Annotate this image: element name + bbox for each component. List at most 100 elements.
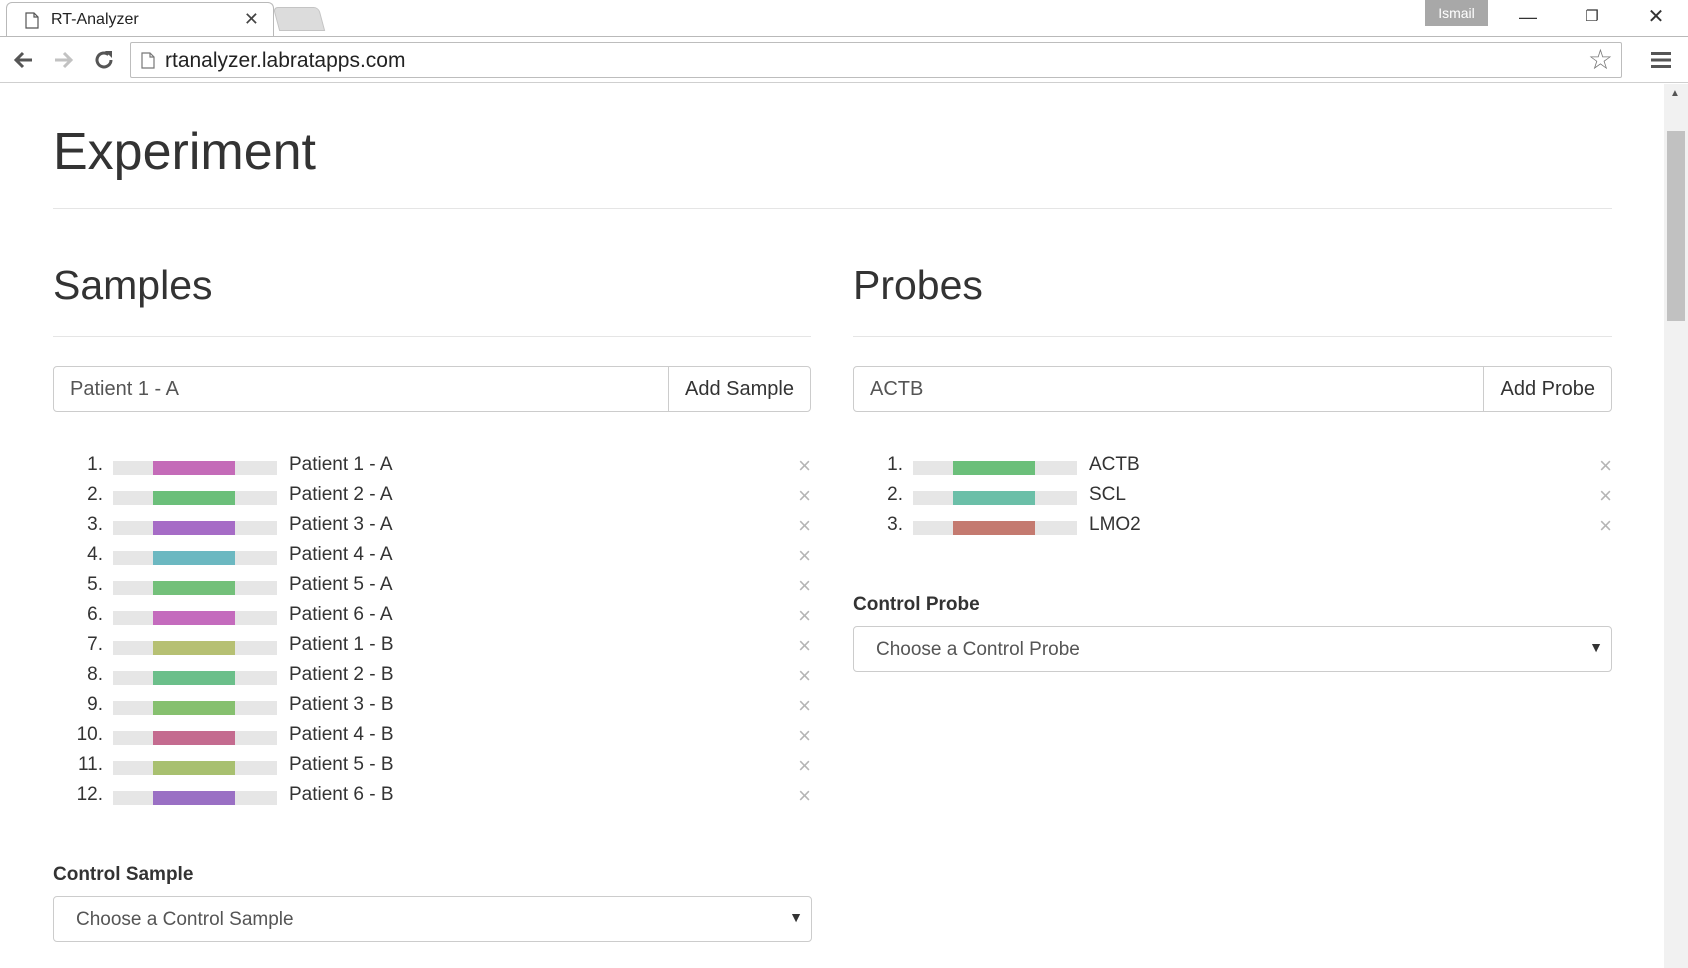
control-probe-placeholder: Choose a Control Probe — [876, 639, 1080, 660]
color-swatch[interactable] — [153, 461, 235, 475]
add-probe-button[interactable]: Add Probe — [1483, 367, 1611, 411]
list-item: 7. Patient 1 - B × — [53, 632, 811, 662]
remove-icon[interactable]: × — [798, 603, 811, 629]
item-label: Patient 1 - A — [289, 454, 393, 475]
control-sample-select[interactable]: Choose a Control Sample ▼ — [53, 896, 812, 942]
item-label: Patient 3 - A — [289, 514, 393, 535]
color-swatch-track — [113, 491, 277, 505]
remove-icon[interactable]: × — [798, 663, 811, 689]
minimize-icon[interactable]: — — [1496, 0, 1560, 34]
chevron-down-icon: ▼ — [1589, 639, 1603, 655]
remove-icon[interactable]: × — [798, 723, 811, 749]
control-sample-label: Control Sample — [53, 864, 194, 885]
divider — [53, 208, 1612, 209]
item-number: 9. — [87, 694, 103, 715]
close-icon[interactable]: ✕ — [244, 9, 259, 29]
color-swatch-track — [113, 701, 277, 715]
remove-icon[interactable]: × — [798, 483, 811, 509]
sample-name-input[interactable] — [54, 367, 669, 411]
item-number: 7. — [87, 634, 103, 655]
color-swatch[interactable] — [153, 761, 235, 775]
list-item: 3. Patient 3 - A × — [53, 512, 811, 542]
remove-icon[interactable]: × — [1599, 453, 1612, 479]
color-swatch[interactable] — [153, 671, 235, 685]
vertical-scrollbar[interactable]: ▲ — [1664, 84, 1688, 968]
url-text[interactable]: rtanalyzer.labratapps.com — [165, 49, 405, 73]
address-bar[interactable]: rtanalyzer.labratapps.com ☆ — [130, 42, 1622, 78]
reload-icon[interactable] — [88, 44, 120, 76]
browser-titlebar: RT-Analyzer ✕ Ismail — ❐ ✕ — [0, 0, 1688, 36]
profile-badge[interactable]: Ismail — [1425, 0, 1488, 26]
item-label: LMO2 — [1089, 514, 1141, 535]
color-swatch-track — [113, 791, 277, 805]
control-sample-placeholder: Choose a Control Sample — [76, 909, 294, 930]
color-swatch-track — [113, 641, 277, 655]
item-label: Patient 6 - A — [289, 604, 393, 625]
item-number: 2. — [87, 484, 103, 505]
new-tab-button[interactable] — [272, 7, 326, 31]
item-label: Patient 5 - B — [289, 754, 394, 775]
window-close-icon[interactable]: ✕ — [1624, 0, 1688, 34]
list-item: 1. ACTB × — [853, 452, 1612, 482]
color-swatch[interactable] — [153, 581, 235, 595]
item-label: SCL — [1089, 484, 1126, 505]
remove-icon[interactable]: × — [798, 783, 811, 809]
color-swatch[interactable] — [153, 611, 235, 625]
color-swatch[interactable] — [153, 731, 235, 745]
list-item: 11. Patient 5 - B × — [53, 752, 811, 782]
color-swatch-track — [113, 521, 277, 535]
color-swatch[interactable] — [153, 491, 235, 505]
remove-icon[interactable]: × — [798, 693, 811, 719]
control-probe-label: Control Probe — [853, 594, 980, 615]
remove-icon[interactable]: × — [798, 513, 811, 539]
color-swatch[interactable] — [153, 701, 235, 715]
item-number: 3. — [887, 514, 903, 535]
color-swatch[interactable] — [953, 521, 1035, 535]
color-swatch-track — [113, 581, 277, 595]
color-swatch-track — [913, 491, 1077, 505]
page-icon — [25, 12, 39, 29]
remove-icon[interactable]: × — [798, 453, 811, 479]
scrollbar-thumb[interactable] — [1667, 131, 1685, 321]
chevron-down-icon: ▼ — [789, 909, 803, 925]
color-swatch-track — [113, 551, 277, 565]
remove-icon[interactable]: × — [1599, 513, 1612, 539]
item-label: Patient 2 - B — [289, 664, 394, 685]
list-item: 8. Patient 2 - B × — [53, 662, 811, 692]
remove-icon[interactable]: × — [798, 753, 811, 779]
color-swatch-track — [113, 461, 277, 475]
item-number: 4. — [87, 544, 103, 565]
color-swatch[interactable] — [153, 551, 235, 565]
color-swatch-track — [113, 611, 277, 625]
browser-tab[interactable]: RT-Analyzer ✕ — [6, 2, 274, 36]
item-number: 12. — [76, 784, 103, 805]
remove-icon[interactable]: × — [1599, 483, 1612, 509]
control-probe-select[interactable]: Choose a Control Probe ▼ — [853, 626, 1612, 672]
samples-heading: Samples — [53, 262, 213, 308]
star-icon[interactable]: ☆ — [1588, 45, 1613, 75]
list-item: 1. Patient 1 - A × — [53, 452, 811, 482]
color-swatch[interactable] — [153, 791, 235, 805]
item-label: Patient 1 - B — [289, 634, 394, 655]
add-sample-button[interactable]: Add Sample — [668, 367, 810, 411]
scroll-up-arrow-icon[interactable]: ▲ — [1670, 88, 1680, 99]
remove-icon[interactable]: × — [798, 633, 811, 659]
color-swatch[interactable] — [153, 641, 235, 655]
remove-icon[interactable]: × — [798, 573, 811, 599]
probe-name-input[interactable] — [854, 367, 1484, 411]
color-swatch[interactable] — [153, 521, 235, 535]
restore-icon[interactable]: ❐ — [1560, 0, 1624, 34]
color-swatch[interactable] — [953, 461, 1035, 475]
arrow-right-icon[interactable] — [47, 44, 79, 76]
page-content: Experiment Samples Add Sample 1. Patient … — [0, 84, 1664, 968]
color-swatch[interactable] — [953, 491, 1035, 505]
item-number: 3. — [87, 514, 103, 535]
remove-icon[interactable]: × — [798, 543, 811, 569]
color-swatch-track — [913, 521, 1077, 535]
probes-heading: Probes — [853, 262, 983, 308]
item-label: Patient 2 - A — [289, 484, 393, 505]
arrow-left-icon[interactable] — [8, 44, 40, 76]
list-item: 2. SCL × — [853, 482, 1612, 512]
hamburger-menu-icon[interactable] — [1646, 45, 1676, 75]
item-label: ACTB — [1089, 454, 1140, 475]
